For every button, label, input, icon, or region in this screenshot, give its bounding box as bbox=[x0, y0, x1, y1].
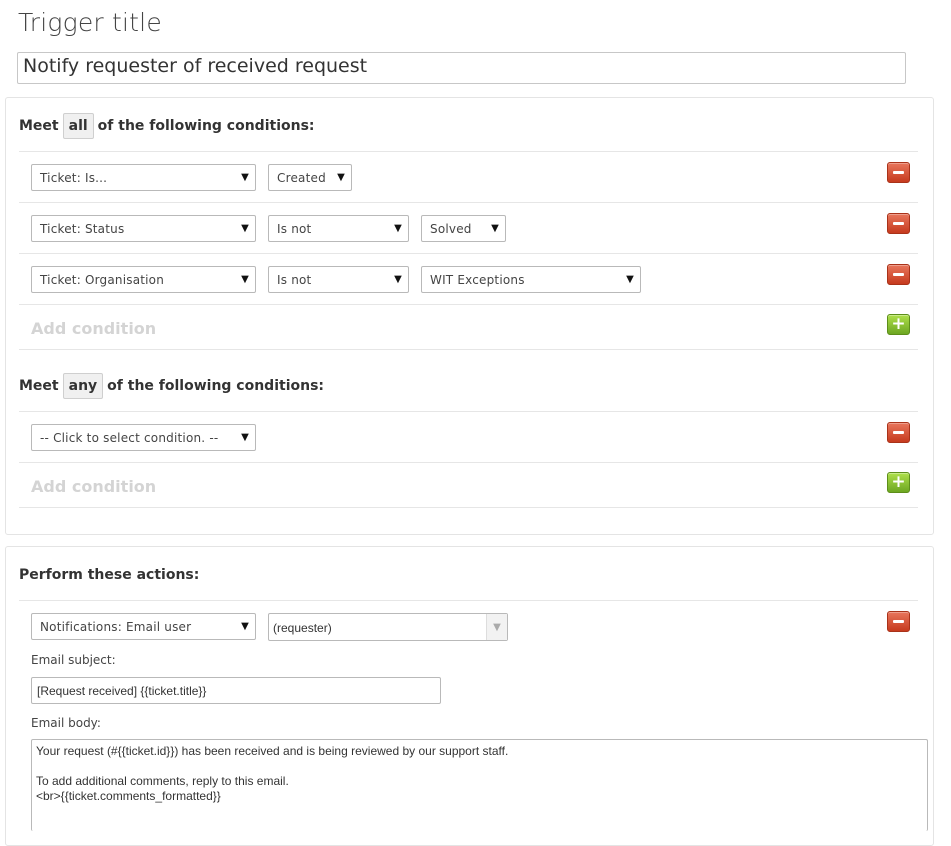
conditions-suffix-label: of the following conditions: bbox=[107, 378, 325, 394]
actions-heading-label: Perform these actions: bbox=[19, 567, 200, 583]
plus-icon: + bbox=[891, 472, 906, 492]
divider bbox=[19, 202, 918, 203]
select-value: Is not bbox=[277, 221, 312, 236]
recipient-combobox[interactable]: (requester) ▼ bbox=[268, 613, 508, 641]
condition-value-select[interactable]: WIT Exceptions ▼ bbox=[421, 266, 641, 293]
condition-operator-select[interactable]: Created ▼ bbox=[268, 164, 352, 191]
condition-field-select[interactable]: Ticket: Organisation ▼ bbox=[31, 266, 256, 293]
condition-field-select[interactable]: -- Click to select condition. -- ▼ bbox=[31, 424, 256, 451]
select-value: Solved bbox=[430, 221, 472, 236]
remove-condition-button[interactable] bbox=[887, 264, 910, 285]
any-conditions-header: Meet any of the following conditions: bbox=[19, 373, 324, 399]
minus-icon bbox=[893, 431, 904, 434]
chevron-down-icon: ▼ bbox=[626, 274, 634, 285]
email-subject-label: Email subject: bbox=[31, 653, 116, 667]
divider bbox=[19, 507, 918, 508]
minus-icon bbox=[893, 273, 904, 276]
action-field-select[interactable]: Notifications: Email user ▼ bbox=[31, 613, 256, 640]
chevron-down-icon: ▼ bbox=[394, 223, 402, 234]
chevron-down-icon: ▼ bbox=[241, 432, 249, 443]
remove-condition-button[interactable] bbox=[887, 213, 910, 234]
email-subject-input[interactable]: [Request received] {{ticket.title}} bbox=[31, 677, 441, 704]
meet-label: Meet bbox=[19, 378, 59, 394]
remove-action-button[interactable] bbox=[887, 611, 910, 632]
all-conditions-header: Meet all of the following conditions: bbox=[19, 113, 315, 139]
trigger-title-input[interactable]: Notify requester of received request bbox=[17, 52, 906, 84]
chevron-down-icon: ▼ bbox=[241, 621, 249, 632]
condition-value-select[interactable]: Solved ▼ bbox=[421, 215, 506, 242]
minus-icon bbox=[893, 171, 904, 174]
email-body-label: Email body: bbox=[31, 716, 101, 730]
condition-field-select[interactable]: Ticket: Is... ▼ bbox=[31, 164, 256, 191]
plus-icon: + bbox=[891, 314, 906, 334]
select-value: Ticket: Is... bbox=[40, 170, 108, 185]
page-title: Trigger title bbox=[18, 8, 162, 37]
minus-icon bbox=[893, 620, 904, 623]
condition-operator-select[interactable]: Is not ▼ bbox=[268, 266, 409, 293]
divider bbox=[19, 253, 918, 254]
chevron-down-icon: ▼ bbox=[337, 172, 345, 183]
chevron-down-icon: ▼ bbox=[394, 274, 402, 285]
actions-heading: Perform these actions: bbox=[19, 567, 199, 583]
chevron-down-icon: ▼ bbox=[241, 223, 249, 234]
divider bbox=[19, 600, 918, 601]
body-line bbox=[36, 759, 923, 774]
add-condition-button[interactable]: + bbox=[887, 314, 910, 335]
select-value: -- Click to select condition. -- bbox=[40, 430, 219, 445]
condition-operator-select[interactable]: Is not ▼ bbox=[268, 215, 409, 242]
remove-condition-button[interactable] bbox=[887, 162, 910, 183]
divider bbox=[19, 411, 918, 412]
divider bbox=[19, 304, 918, 305]
conditions-suffix-label: of the following conditions: bbox=[97, 118, 315, 134]
any-qualifier-toggle[interactable]: any bbox=[62, 373, 104, 399]
select-value: Ticket: Organisation bbox=[40, 272, 165, 287]
add-condition-link[interactable]: Add condition bbox=[31, 319, 156, 338]
conditions-panel bbox=[5, 97, 934, 535]
add-condition-link[interactable]: Add condition bbox=[31, 477, 156, 496]
select-value: Notifications: Email user bbox=[40, 619, 192, 634]
divider bbox=[19, 349, 918, 350]
body-line: Your request (#{{ticket.id}}) has been r… bbox=[36, 744, 509, 758]
remove-condition-button[interactable] bbox=[887, 422, 910, 443]
select-value: Created bbox=[277, 170, 326, 185]
all-qualifier-toggle[interactable]: all bbox=[62, 113, 94, 139]
add-condition-button[interactable]: + bbox=[887, 472, 910, 493]
chevron-down-icon[interactable]: ▼ bbox=[486, 614, 507, 640]
chevron-down-icon: ▼ bbox=[491, 223, 499, 234]
body-line: <br>{{ticket.comments_formatted}} bbox=[36, 789, 221, 803]
divider bbox=[19, 151, 918, 152]
chevron-down-icon: ▼ bbox=[241, 172, 249, 183]
body-line: To add additional comments, reply to thi… bbox=[36, 774, 289, 788]
recipient-value: (requester) bbox=[273, 621, 332, 635]
select-value: WIT Exceptions bbox=[430, 272, 525, 287]
meet-label: Meet bbox=[19, 118, 59, 134]
minus-icon bbox=[893, 222, 904, 225]
select-value: Ticket: Status bbox=[40, 221, 125, 236]
divider bbox=[19, 462, 918, 463]
condition-field-select[interactable]: Ticket: Status ▼ bbox=[31, 215, 256, 242]
chevron-down-icon: ▼ bbox=[241, 274, 249, 285]
email-body-textarea[interactable]: Your request (#{{ticket.id}}) has been r… bbox=[31, 739, 928, 831]
select-value: Is not bbox=[277, 272, 312, 287]
